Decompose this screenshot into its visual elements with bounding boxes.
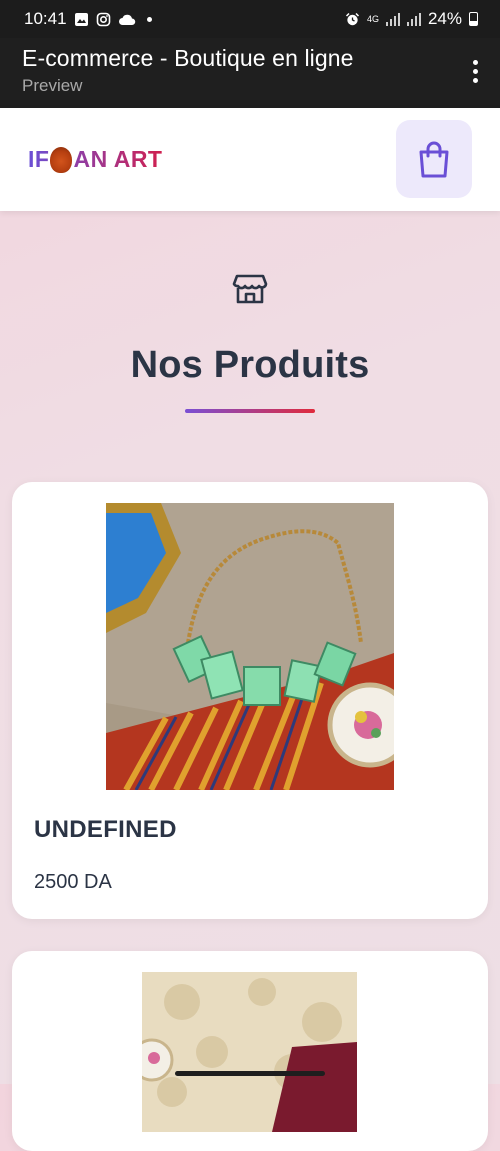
signal-icon bbox=[385, 12, 400, 26]
products-section-header: Nos Produits bbox=[0, 270, 500, 413]
status-bar: 10:41 4G 24% bbox=[0, 0, 500, 38]
instagram-icon bbox=[96, 12, 110, 26]
product-image[interactable] bbox=[106, 503, 394, 790]
app-title: E-commerce - Boutique en ligne bbox=[22, 45, 354, 71]
app-bar: E-commerce - Boutique en ligne Preview bbox=[0, 38, 500, 108]
logo-mark-icon bbox=[50, 146, 73, 173]
kebab-menu-icon[interactable] bbox=[473, 60, 478, 83]
status-time: 10:41 bbox=[24, 9, 67, 28]
product-card-2[interactable] bbox=[12, 951, 488, 1151]
product-card[interactable]: UNDEFINED 2500 DA bbox=[12, 482, 488, 919]
logo-text-left: IF bbox=[28, 146, 50, 172]
signal-icon-2 bbox=[406, 12, 421, 26]
cart-button[interactable] bbox=[396, 120, 472, 198]
battery-percent: 24% bbox=[427, 9, 462, 28]
logo[interactable]: IF AN ART bbox=[28, 146, 162, 173]
network-type: 4G bbox=[366, 13, 379, 24]
section-title: Nos Produits bbox=[130, 344, 370, 386]
site-header: IF AN ART bbox=[0, 108, 500, 211]
status-left: 10:41 bbox=[24, 9, 152, 29]
app-subtitle: Preview bbox=[22, 76, 83, 95]
battery-icon bbox=[469, 12, 478, 26]
notification-dot-icon bbox=[146, 16, 152, 22]
cloud-icon bbox=[118, 14, 135, 25]
logo-text-right: AN ART bbox=[73, 146, 163, 172]
status-right: 4G 24% bbox=[345, 9, 478, 29]
home-indicator[interactable] bbox=[175, 1071, 325, 1076]
store-icon bbox=[232, 274, 268, 304]
product-image-2[interactable] bbox=[142, 972, 357, 1132]
title-underline bbox=[185, 409, 315, 413]
product-price: 2500 DA bbox=[34, 871, 112, 893]
gallery-icon bbox=[74, 12, 88, 26]
alarm-icon bbox=[345, 12, 359, 25]
product-name[interactable]: UNDEFINED bbox=[34, 816, 177, 844]
shopping-bag-icon bbox=[419, 141, 449, 178]
